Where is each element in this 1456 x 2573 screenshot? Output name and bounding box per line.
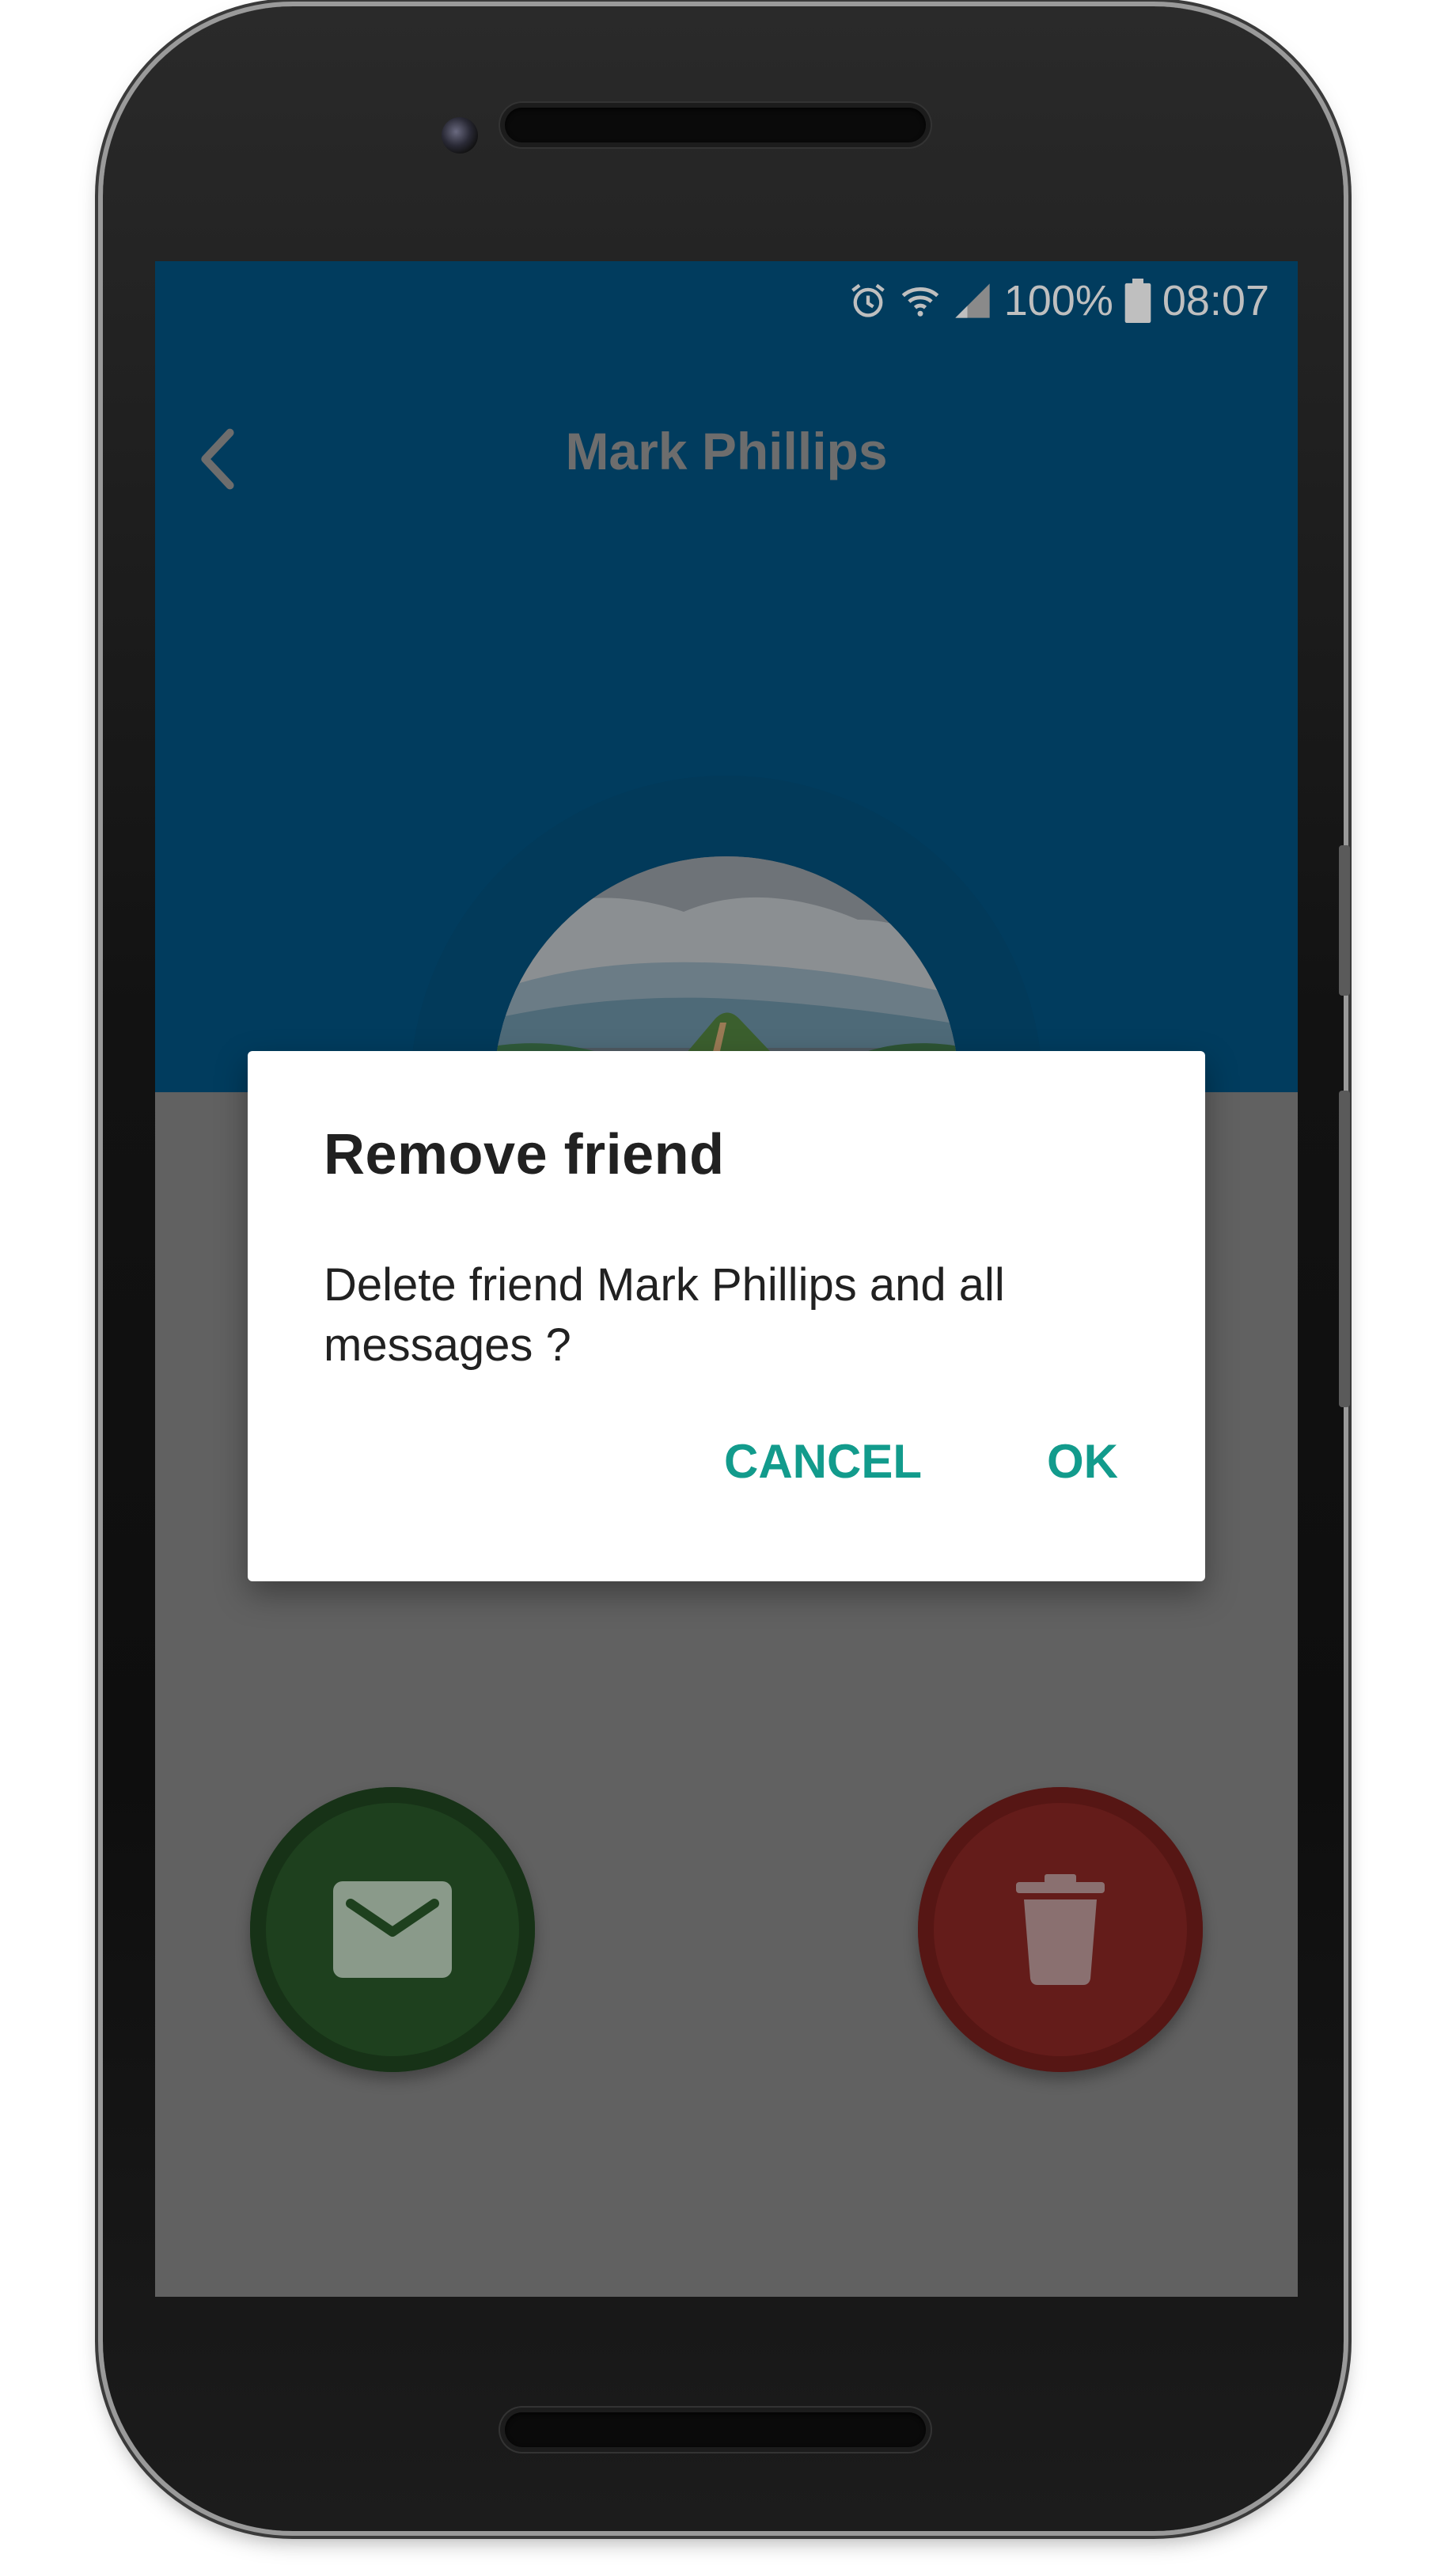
trash-icon bbox=[1016, 1874, 1105, 1985]
cancel-button[interactable]: CANCEL bbox=[724, 1418, 922, 1505]
battery-icon bbox=[1124, 279, 1151, 323]
envelope-icon bbox=[333, 1881, 452, 1978]
back-button[interactable] bbox=[179, 419, 258, 499]
signal-icon bbox=[952, 280, 993, 321]
status-icons: 100% 08:07 bbox=[847, 275, 1269, 326]
battery-percentage: 100% bbox=[1003, 277, 1113, 324]
volume-button bbox=[1339, 845, 1350, 996]
front-camera bbox=[442, 117, 478, 154]
app-screen: 100% 08:07 Mark Phillips Remove friend D… bbox=[155, 261, 1298, 2297]
ok-button[interactable]: OK bbox=[1047, 1418, 1118, 1505]
delete-friend-button[interactable] bbox=[918, 1787, 1203, 2072]
dialog-message: Delete friend Mark Phillips and all mess… bbox=[324, 1259, 1005, 1371]
power-button bbox=[1339, 1091, 1350, 1407]
dialog-title: Remove friend bbox=[324, 1123, 725, 1186]
clock: 08:07 bbox=[1162, 277, 1269, 324]
send-message-button[interactable] bbox=[250, 1787, 535, 2072]
chevron-left-icon bbox=[201, 428, 234, 490]
remove-friend-dialog: Remove friend Delete friend Mark Phillip… bbox=[248, 1051, 1205, 1581]
wifi-icon bbox=[900, 280, 941, 321]
top-speaker bbox=[505, 108, 926, 142]
bottom-speaker bbox=[505, 2412, 926, 2447]
status-bar: 100% 08:07 bbox=[155, 261, 1298, 340]
alarm-icon bbox=[847, 280, 889, 321]
page-title: Mark Phillips bbox=[565, 422, 888, 480]
toolbar: Mark Phillips bbox=[155, 340, 1298, 562]
